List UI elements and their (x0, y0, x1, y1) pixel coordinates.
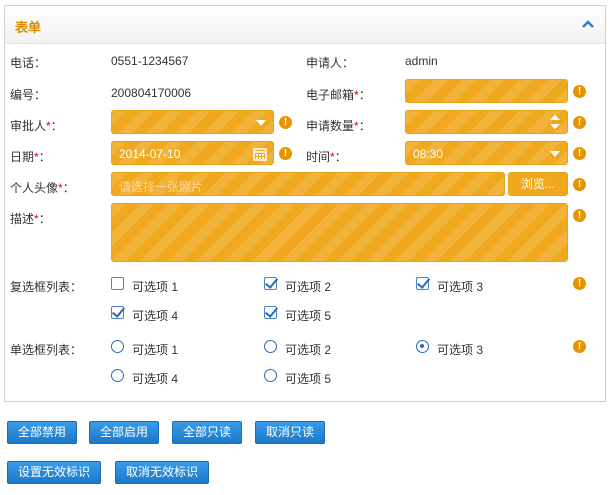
disable-all-button[interactable]: 全部禁用 (7, 421, 78, 444)
date-label: 日期*： (10, 150, 51, 164)
warning-icon: ! (573, 147, 586, 160)
warning-icon: ! (573, 85, 586, 98)
date-value: 2014-07-10 (119, 147, 181, 161)
panel-header: 表单 (5, 6, 605, 44)
applicant-value: admin (405, 54, 438, 68)
quantity-label: 申请数量*： (306, 119, 371, 133)
avatar-file-input[interactable]: 请选择一张照片 (111, 172, 505, 196)
calendar-icon[interactable] (253, 147, 267, 161)
chevron-up-icon[interactable] (581, 18, 595, 30)
avatar-label: 个人头像*： (10, 181, 75, 195)
warning-icon: ! (573, 178, 586, 191)
number-value: 200804170006 (111, 86, 192, 100)
chevron-down-icon (550, 151, 560, 157)
warning-icon: ! (279, 147, 292, 160)
quantity-stepper[interactable] (405, 110, 568, 134)
phone-value: 0551-1234567 (111, 54, 189, 68)
cancel-readonly-button[interactable]: 取消只读 (255, 421, 326, 444)
radio-option-1-label: 可选项 1 (132, 343, 179, 357)
warning-icon: ! (573, 209, 586, 222)
checkbox-option-1-label: 可选项 1 (132, 280, 179, 294)
checkbox-option-1[interactable] (111, 277, 124, 290)
warning-icon: ! (573, 116, 586, 129)
set-invalid-button[interactable]: 设置无效标识 (7, 461, 102, 484)
checkbox-option-2[interactable] (264, 277, 277, 290)
checkbox-option-2-label: 可选项 2 (285, 280, 332, 294)
approver-select[interactable] (111, 110, 274, 134)
date-field[interactable]: 2014-07-10 (111, 141, 274, 165)
email-label: 电子邮箱*： (306, 88, 371, 102)
spin-down-icon[interactable] (550, 124, 560, 129)
warning-icon: ! (573, 340, 586, 353)
checkbox-option-5-label: 可选项 5 (285, 309, 332, 323)
checkbox-option-4[interactable] (111, 306, 124, 319)
phone-label: 电话： (10, 56, 47, 70)
time-value: 08:30 (413, 147, 444, 161)
warning-icon: ! (573, 277, 586, 290)
avatar-placeholder: 请选择一张照片 (119, 180, 204, 194)
chevron-down-icon (256, 120, 266, 126)
description-textarea[interactable] (111, 203, 568, 262)
checkbox-option-5[interactable] (264, 306, 277, 319)
description-label: 描述*： (10, 212, 51, 226)
radio-option-3[interactable] (416, 340, 429, 353)
readonly-all-button[interactable]: 全部只读 (172, 421, 243, 444)
radio-option-1[interactable] (111, 340, 124, 353)
time-label: 时间*： (306, 150, 347, 164)
checkbox-option-3-label: 可选项 3 (437, 280, 484, 294)
radio-option-2[interactable] (264, 340, 277, 353)
panel-title: 表单 (15, 20, 42, 35)
radio-option-2-label: 可选项 2 (285, 343, 332, 357)
enable-all-button[interactable]: 全部启用 (89, 421, 160, 444)
radio-option-4-label: 可选项 4 (132, 372, 179, 386)
warning-icon: ! (279, 116, 292, 129)
browse-button[interactable]: 浏览... (508, 172, 568, 196)
email-field[interactable] (405, 79, 568, 103)
radio-option-3-label: 可选项 3 (437, 343, 484, 357)
radio-option-5-label: 可选项 5 (285, 372, 332, 386)
spin-up-icon[interactable] (550, 115, 560, 120)
radio-option-5[interactable] (264, 369, 277, 382)
radio-option-4[interactable] (111, 369, 124, 382)
checkbox-option-3[interactable] (416, 277, 429, 290)
radio-list-label: 单选框列表： (10, 343, 83, 357)
applicant-label: 申请人： (306, 56, 355, 70)
time-select[interactable]: 08:30 (405, 141, 568, 165)
cancel-invalid-button[interactable]: 取消无效标识 (115, 461, 210, 484)
checkbox-list-label: 复选框列表： (10, 280, 83, 294)
number-label: 编号： (10, 88, 47, 102)
approver-label: 审批人*： (10, 119, 63, 133)
checkbox-option-4-label: 可选项 4 (132, 309, 179, 323)
